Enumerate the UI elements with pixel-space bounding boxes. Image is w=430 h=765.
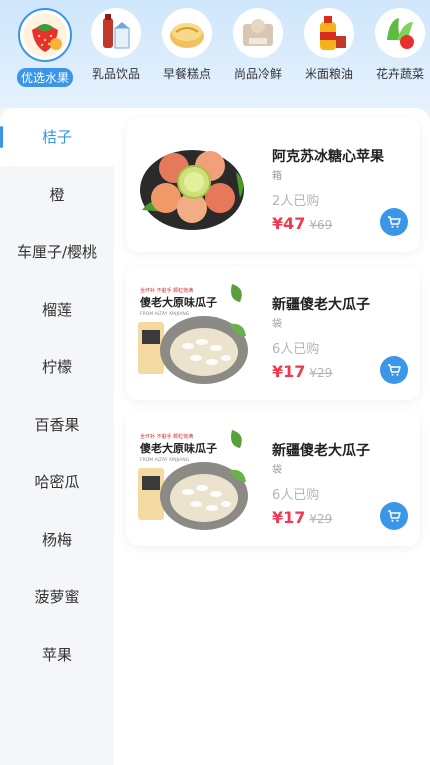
- product-card[interactable]: 阿克苏冰糖心苹果 箱 2人已购 ¥47 ¥69: [126, 118, 420, 252]
- product-card[interactable]: 全坏补 不脏手 颗粒饱满 傻老大原味瓜子 FROM ALTAY XINJIANG…: [126, 412, 420, 546]
- sidebar-item-label: 桔子: [41, 128, 72, 147]
- product-card[interactable]: 全坏补 不脏手 颗粒饱满 傻老大原味瓜子 FROM ALTAY XINJIANG…: [126, 266, 420, 400]
- sidebar-item-label: 车厘子/樱桃: [16, 243, 98, 262]
- product-price: ¥17: [272, 362, 306, 381]
- price-row: ¥47 ¥69: [272, 214, 332, 233]
- oil-grain-icon: [304, 8, 354, 58]
- image-text-line3: FROM ALTAY XINJIANG: [140, 311, 190, 317]
- sidebar-item-label: 苹果: [41, 645, 72, 664]
- product-title: 新疆傻老大瓜子: [272, 297, 370, 313]
- sunflower-seeds-image: 全坏补 不脏手 颗粒饱满 傻老大原味瓜子 FROM ALTAY XINJIANG: [136, 280, 248, 388]
- image-text-line1: 全坏补 不脏手 颗粒饱满: [140, 287, 193, 294]
- category-pastry[interactable]: 早餐糕点: [152, 8, 222, 90]
- image-text-line1: 全坏补 不脏手 颗粒饱满: [140, 433, 193, 440]
- cart-icon: [388, 216, 401, 228]
- vegetable-icon: [375, 8, 425, 58]
- product-price: ¥17: [272, 508, 306, 527]
- sidebar-item-cherry[interactable]: 车厘子/樱桃: [0, 223, 114, 281]
- image-text-line2: 傻老大原味瓜子: [140, 295, 217, 309]
- sidebar-item-label: 菠萝蜜: [34, 588, 80, 607]
- category-label: 花卉蔬菜: [375, 67, 424, 81]
- category-bar: 优选水果 乳品饮品 早餐糕点 尚品冷鲜 米面粮油 花卉蔬菜: [0, 8, 430, 90]
- strawberry-icon: [18, 8, 72, 62]
- product-title: 新疆傻老大瓜子: [272, 443, 370, 459]
- subcategory-sidebar: 桔子 橙 车厘子/樱桃 榴莲 柠檬 百香果 哈密瓜 杨梅 菠萝蜜 苹果: [0, 108, 114, 765]
- sunflower-seeds-image: 全坏补 不脏手 颗粒饱满 傻老大原味瓜子 FROM ALTAY XINJIANG: [136, 426, 248, 534]
- category-label: 乳品饮品: [91, 67, 140, 81]
- product-title: 阿克苏冰糖心苹果: [272, 149, 384, 165]
- sidebar-item-label: 杨梅: [41, 530, 72, 549]
- sidebar-item-apple[interactable]: 苹果: [0, 626, 114, 684]
- add-to-cart-button[interactable]: [380, 502, 408, 530]
- category-label: 米面粮油: [304, 67, 353, 81]
- category-fruit[interactable]: 优选水果: [10, 8, 80, 90]
- sidebar-item-label: 榴莲: [41, 300, 72, 319]
- sidebar-item-jackfruit[interactable]: 菠萝蜜: [0, 568, 114, 626]
- product-unit: 袋: [272, 465, 282, 476]
- image-text-line2: 傻老大原味瓜子: [140, 441, 217, 455]
- sidebar-item-durian[interactable]: 榴莲: [0, 281, 114, 339]
- add-to-cart-button[interactable]: [380, 208, 408, 236]
- milk-drinks-icon: [91, 8, 141, 58]
- add-to-cart-button[interactable]: [380, 356, 408, 384]
- apples-image: [136, 132, 248, 240]
- product-sold-count: 2人已购: [272, 194, 320, 209]
- product-sold-count: 6人已购: [272, 488, 320, 503]
- cart-icon: [388, 364, 401, 376]
- sidebar-item-orange-tangerine[interactable]: 桔子: [0, 108, 114, 166]
- product-original-price: ¥29: [309, 366, 333, 380]
- category-frozen[interactable]: 尚品冷鲜: [223, 8, 293, 90]
- product-unit: 箱: [272, 171, 282, 182]
- price-row: ¥17 ¥29: [272, 362, 332, 381]
- pastry-icon: [162, 8, 212, 58]
- price-row: ¥17 ¥29: [272, 508, 332, 527]
- category-label: 尚品冷鲜: [233, 67, 282, 81]
- category-label: 优选水果: [16, 68, 73, 87]
- category-dairy[interactable]: 乳品饮品: [81, 8, 151, 90]
- sidebar-item-label: 哈密瓜: [34, 473, 80, 492]
- sidebar-item-bayberry[interactable]: 杨梅: [0, 511, 114, 569]
- category-grain-oil[interactable]: 米面粮油: [294, 8, 364, 90]
- cart-icon: [388, 510, 401, 522]
- product-list: 阿克苏冰糖心苹果 箱 2人已购 ¥47 ¥69 全坏补 不脏手 颗粒饱满 傻老大原…: [114, 108, 430, 765]
- product-original-price: ¥69: [309, 218, 333, 232]
- category-label: 早餐糕点: [162, 67, 211, 81]
- category-vegetables[interactable]: 花卉蔬菜: [365, 8, 430, 90]
- sidebar-item-label: 橙: [49, 185, 65, 204]
- sidebar-item-label: 百香果: [34, 415, 80, 434]
- product-price: ¥47: [272, 214, 306, 233]
- sidebar-item-orange[interactable]: 橙: [0, 166, 114, 224]
- image-text-line3: FROM ALTAY XINJIANG: [140, 457, 190, 463]
- product-original-price: ¥29: [309, 512, 333, 526]
- sidebar-item-label: 柠檬: [41, 358, 72, 377]
- frozen-icon: [233, 8, 283, 58]
- product-unit: 袋: [272, 319, 282, 330]
- sidebar-item-hami-melon[interactable]: 哈密瓜: [0, 453, 114, 511]
- sidebar-item-lemon[interactable]: 柠檬: [0, 338, 114, 396]
- product-sold-count: 6人已购: [272, 342, 320, 357]
- sidebar-item-passion-fruit[interactable]: 百香果: [0, 396, 114, 454]
